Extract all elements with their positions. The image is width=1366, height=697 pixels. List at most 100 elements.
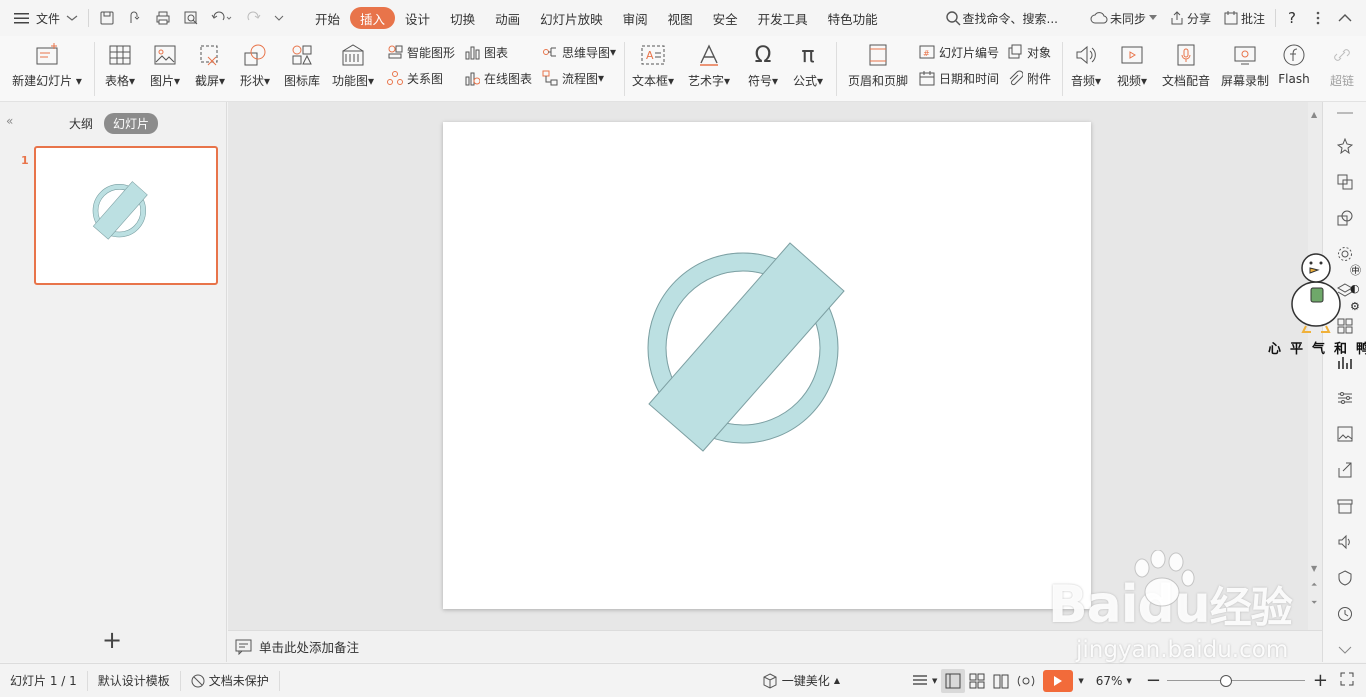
audio-button[interactable]: 音频▾ [1066,40,1106,89]
expand-more-icon[interactable] [1335,640,1355,660]
help-button[interactable]: ? [1280,6,1304,30]
relation-chart-button[interactable]: 关系图 [386,69,443,87]
prev-page-icon[interactable]: ⏶ [1311,580,1317,590]
scroll-down-icon[interactable]: ▼ [1311,564,1317,573]
broadcast-button[interactable] [1013,664,1039,697]
zoom-out-button[interactable]: − [1140,670,1167,691]
pi-icon: π [801,42,815,68]
print-preview-button[interactable] [177,6,205,30]
formula-button[interactable]: π 公式▾ [788,40,828,89]
sorter-view-button[interactable] [965,664,989,697]
beautify-button[interactable]: 一键美化 ▲ [752,664,850,697]
half-moon-icon[interactable]: ◐ [1350,280,1361,298]
chart-button[interactable]: 图表 [463,43,508,61]
share-button[interactable]: 分享 [1163,6,1217,30]
slide[interactable] [443,122,1091,609]
header-footer-button[interactable]: 页眉和页脚 [844,40,912,89]
rectangle-shape[interactable] [648,242,845,452]
archive-icon[interactable] [1335,496,1355,516]
copy-style-icon[interactable] [1335,172,1355,192]
template-name[interactable]: 默认设计模板 [88,664,180,697]
export-button[interactable] [121,6,149,30]
tab-transition[interactable]: 切换 [440,7,485,29]
shape-button[interactable]: 形状▾ [235,40,275,89]
pin-icon[interactable] [1335,136,1355,156]
tab-special[interactable]: 特色功能 [818,7,888,29]
sliders-icon[interactable] [1335,388,1355,408]
object-button[interactable]: 对象 [1006,43,1051,61]
divider [1062,42,1063,96]
normal-view-button[interactable] [941,668,966,693]
smart-art-button[interactable]: 智能图形 [386,43,455,61]
screenshot-button[interactable]: 截屏▾ [190,40,230,89]
vertical-scrollbar[interactable]: ▲ ▼ ⏶ ⏷ [1308,102,1322,630]
tab-insert[interactable]: 插入 [350,7,396,29]
flowchart-button[interactable]: 流程图 ▾ [541,69,604,87]
tab-developer[interactable]: 开发工具 [748,7,818,29]
function-chart-icon [342,44,364,66]
file-menu[interactable]: 文件 [0,6,84,30]
collapse-ribbon-button[interactable] [1332,6,1366,30]
tab-design[interactable]: 设计 [395,7,440,29]
zoom-level[interactable]: 67% ▼ [1088,664,1140,697]
tab-review[interactable]: 审阅 [613,7,658,29]
datetime-button[interactable]: 日期和时间 [918,69,999,87]
online-chart-button[interactable]: 在线图表 [463,69,532,87]
tab-slides[interactable]: 幻灯片 [104,113,159,134]
zoom-slider-thumb[interactable] [1219,674,1232,687]
next-page-icon[interactable]: ⏷ [1311,598,1317,608]
undo-button[interactable] [205,6,239,30]
doc-dubbing-button[interactable]: 文档配音 [1158,40,1214,89]
chevron-down-icon [66,15,78,21]
zoom-slider[interactable] [1166,674,1305,688]
new-slide-button[interactable]: 新建幻灯片 ▾ [10,40,84,89]
tab-view[interactable]: 视图 [658,7,703,29]
tab-outline[interactable]: 大纲 [60,113,102,134]
function-chart-button[interactable]: 功能图▾ [328,40,378,89]
play-slideshow-button[interactable]: ▼ [1039,664,1087,697]
collapse-panel-icon[interactable]: « [6,114,13,128]
print-button[interactable] [149,6,177,30]
slide-thumbnail[interactable] [34,146,218,285]
history-icon[interactable] [1335,604,1355,624]
shield-icon[interactable] [1335,568,1355,588]
tab-animation[interactable]: 动画 [485,7,530,29]
symbol-button[interactable]: Ω 符号▾ [743,40,783,89]
notes-toggle-button[interactable]: ▼ [908,664,941,697]
chinese-input-icon[interactable]: ㊥ [1350,262,1361,280]
search-box[interactable]: 查找命令、搜索... [939,6,1064,30]
tab-slideshow[interactable]: 幻灯片放映 [530,7,613,29]
attachment-button[interactable]: 附件 [1006,69,1051,87]
table-button[interactable]: 表格▾ [100,40,140,89]
sync-status[interactable]: 未同步 [1084,6,1163,30]
mindmap-button[interactable]: 思维导图 ▾ [541,43,616,61]
reading-view-button[interactable] [989,664,1013,697]
video-button[interactable]: 视频▾ [1110,40,1154,89]
wordart-button[interactable]: 艺术字▾ [684,40,734,89]
gear-small-icon[interactable]: ⚙ [1350,298,1361,316]
print-icon [156,11,170,25]
scroll-up-icon[interactable]: ▲ [1311,110,1317,119]
quick-access-more-button[interactable] [267,6,291,30]
tab-security[interactable]: 安全 [703,7,748,29]
image-gallery-icon[interactable] [1335,424,1355,444]
tab-home[interactable]: 开始 [305,7,350,29]
slide-number-button[interactable]: # 幻灯片编号 [918,43,999,61]
zoom-in-button[interactable]: + [1305,670,1336,691]
icon-library-button[interactable]: 图标库 [280,40,324,89]
textbox-button[interactable]: A 文本框▾ [628,40,678,89]
flash-button[interactable]: Flash [1274,40,1314,86]
comment-button[interactable]: 批注 [1217,6,1271,30]
screen-record-button[interactable]: 屏幕录制 [1218,40,1272,89]
redo-button[interactable] [239,6,267,30]
shape-select-icon[interactable] [1335,208,1355,228]
save-button[interactable] [93,6,121,30]
sound-icon[interactable] [1335,532,1355,552]
add-slide-button[interactable]: + [102,628,122,652]
doc-protection[interactable]: 文档未保护 [181,664,279,697]
fit-window-button[interactable] [1336,672,1366,689]
more-options-button[interactable] [1304,6,1332,30]
export-share-icon[interactable] [1335,460,1355,480]
picture-button[interactable]: 图片▾ [145,40,185,89]
hyperlink-button[interactable]: 超链 [1322,40,1362,89]
